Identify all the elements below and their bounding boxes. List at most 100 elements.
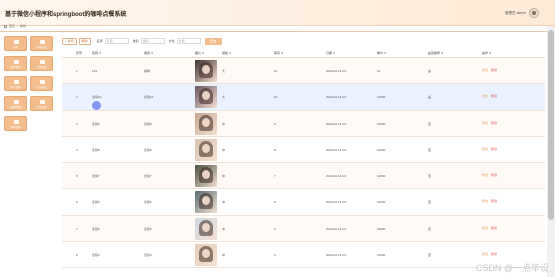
coffee-image[interactable] xyxy=(195,138,217,161)
table-row[interactable]: 7 拿铁5 拿铁5 中 5 2023-02-12 0:0 10000 否 修改 删除 xyxy=(62,215,545,243)
sidebar-item-carousel[interactable]: 轮播图管理 xyxy=(4,96,27,111)
sidebar-item-orders[interactable]: 订单管理 xyxy=(30,56,53,71)
menu-tile-icon xyxy=(40,40,45,44)
edit-button[interactable]: 修改 xyxy=(482,252,488,256)
header-spec[interactable]: 规格 ⇕ xyxy=(222,51,231,55)
delete-button[interactable]: 删除 xyxy=(491,94,497,98)
delete-button[interactable]: 删除 xyxy=(491,252,497,256)
cell-index: 8 xyxy=(76,253,78,258)
cell-stock: 6 xyxy=(274,200,276,205)
cell-date: 2023-02-12 0:0 xyxy=(326,95,347,100)
header-price[interactable]: 单价 ⇕ xyxy=(377,51,386,55)
coffee-image[interactable] xyxy=(195,217,217,240)
cell-recommend: 否 xyxy=(428,121,432,126)
header-category[interactable]: 类别 ⇕ xyxy=(144,51,153,55)
avatar-icon[interactable] xyxy=(529,8,539,18)
sidebar-item-label: 咖啡分类 xyxy=(36,46,47,49)
cell-price: 10 xyxy=(377,69,381,73)
breadcrumb-current: 咖啡 xyxy=(19,24,26,28)
cell-stock: 9 xyxy=(274,121,276,126)
category-search-input[interactable]: 类别 xyxy=(140,38,165,44)
menu-tile-icon xyxy=(40,80,45,84)
batch-delete-button[interactable]: 删除 xyxy=(78,37,91,45)
cell-spec: 大 xyxy=(222,95,226,100)
cell-index: 6 xyxy=(76,200,78,205)
cell-recommend: 是 xyxy=(428,69,432,73)
cell-category: 拿铁5 xyxy=(144,226,152,231)
cell-spec: 中 xyxy=(222,226,226,231)
sidebar-item-users[interactable]: 用户管理 xyxy=(4,76,27,91)
header-name[interactable]: 名称 ⇕ xyxy=(92,51,101,55)
coffee-image[interactable] xyxy=(195,191,217,214)
edit-button[interactable]: 修改 xyxy=(482,147,488,151)
cell-price: 10000 xyxy=(377,121,386,126)
user-area[interactable]: 管理员 admin xyxy=(505,8,539,18)
delete-button[interactable]: 删除 xyxy=(491,68,497,72)
header-stock[interactable]: 库存 ⇕ xyxy=(274,51,283,55)
sidebar-item-home[interactable]: 首页 xyxy=(4,36,27,51)
cell-category: 拿铁9 xyxy=(144,121,152,126)
table-row[interactable]: 8 拿铁4 拿铁4 中 4 2023-02-12 0:0 10000 否 修改 删除 xyxy=(62,242,545,269)
row-actions: 修改 删除 xyxy=(482,94,497,98)
delete-button[interactable]: 删除 xyxy=(491,121,497,125)
table-header: 序号 名称 ⇕ 类别 ⇕ 图片 ⇕ 规格 ⇕ 库存 ⇕ 日期 ⇕ 单价 ⇕ 是否… xyxy=(62,48,545,58)
cell-name: 拿铁10 xyxy=(92,95,102,100)
cell-name: 拿铁4 xyxy=(92,253,100,258)
sidebar-item-coffee-category[interactable]: 咖啡分类 xyxy=(30,36,53,51)
coffee-image[interactable] xyxy=(195,244,217,267)
coffee-image[interactable] xyxy=(195,60,217,82)
cell-index: 2 xyxy=(76,95,78,100)
breadcrumb-home[interactable]: 首页 xyxy=(9,24,15,28)
cell-spec: 中 xyxy=(222,200,226,205)
header-image[interactable]: 图片 ⇕ xyxy=(195,51,204,55)
header-date[interactable]: 日期 ⇕ xyxy=(326,51,335,55)
table-row[interactable]: 4 拿铁8 拿铁8 中 8 2023-02-12 0:0 10000 否 修改 删除 xyxy=(62,137,545,164)
table-row[interactable]: 3 拿铁9 拿铁9 中 9 2023-02-12 0:0 10000 否 修改 删除 xyxy=(62,110,545,137)
sidebar-item-notices[interactable]: 公告信息 xyxy=(30,76,53,91)
edit-button[interactable]: 修改 xyxy=(482,226,488,230)
breadcrumb-separator: / xyxy=(17,24,18,28)
cell-stock: 5 xyxy=(274,226,276,231)
row-actions: 修改 删除 xyxy=(482,226,497,230)
delete-button[interactable]: 删除 xyxy=(491,226,497,230)
table-row[interactable]: 5 拿铁7 拿铁7 中 7 2023-02-12 0:0 10000 否 修改 删除 xyxy=(62,163,545,190)
cell-category: 拿铁4 xyxy=(144,253,152,258)
edit-button[interactable]: 修改 xyxy=(482,121,488,125)
cell-date: 2023-02-12 0:0 xyxy=(326,174,347,179)
cell-index: 4 xyxy=(76,147,78,152)
edit-button[interactable]: 修改 xyxy=(482,173,488,177)
add-button[interactable]: + 新增 xyxy=(62,37,77,45)
sidebar-item-comments[interactable]: 评论管理 xyxy=(30,96,53,111)
price-search-input[interactable]: 价格 xyxy=(176,38,201,44)
scrollbar-thumb[interactable] xyxy=(548,30,554,220)
header-recommend[interactable]: 是否推荐 ⇕ xyxy=(428,51,443,55)
delete-button[interactable]: 删除 xyxy=(491,147,497,151)
table-row[interactable]: 6 拿铁6 拿铁6 中 6 2023-02-12 0:0 10000 否 修改 删除 xyxy=(62,189,545,216)
table-row[interactable]: 1 123 咖啡 大 10 2023-02-12 0:0 10 是 修改 删除 xyxy=(62,58,545,85)
cell-spec: 中 xyxy=(222,174,226,179)
menu-tile-icon xyxy=(40,60,45,64)
header-divider xyxy=(0,31,547,32)
edit-button[interactable]: 修改 xyxy=(482,68,488,72)
coffee-image[interactable] xyxy=(195,86,217,109)
sidebar-item-label: 首页 xyxy=(12,46,18,49)
edit-button[interactable]: 修改 xyxy=(482,94,488,98)
delete-button[interactable]: 删除 xyxy=(491,173,497,177)
table-row[interactable]: 2 拿铁10 拿铁10 大 10 2023-02-12 0:0 10000 是 修改 删除 xyxy=(62,84,545,111)
coffee-image[interactable] xyxy=(195,112,217,135)
name-search-input[interactable]: 名称 xyxy=(104,38,129,44)
cell-stock: 10 xyxy=(274,95,278,100)
cell-category: 拿铁8 xyxy=(144,147,152,152)
photo-face xyxy=(202,117,210,127)
cell-name: 拿铁6 xyxy=(92,200,100,205)
delete-button[interactable]: 删除 xyxy=(491,199,497,203)
sidebar-item-system[interactable]: 系统管理 xyxy=(4,116,27,131)
sidebar-item-coffee[interactable]: 咖啡管理 xyxy=(4,56,27,71)
coffee-image[interactable] xyxy=(195,165,217,188)
edit-button[interactable]: 修改 xyxy=(482,199,488,203)
cell-price: 10000 xyxy=(377,253,386,258)
menu-tile-icon xyxy=(14,120,19,124)
cell-category: 拿铁7 xyxy=(144,174,152,179)
watermark: CSDN @一点毕设 xyxy=(475,263,549,273)
search-button[interactable]: 查询 xyxy=(204,37,222,45)
